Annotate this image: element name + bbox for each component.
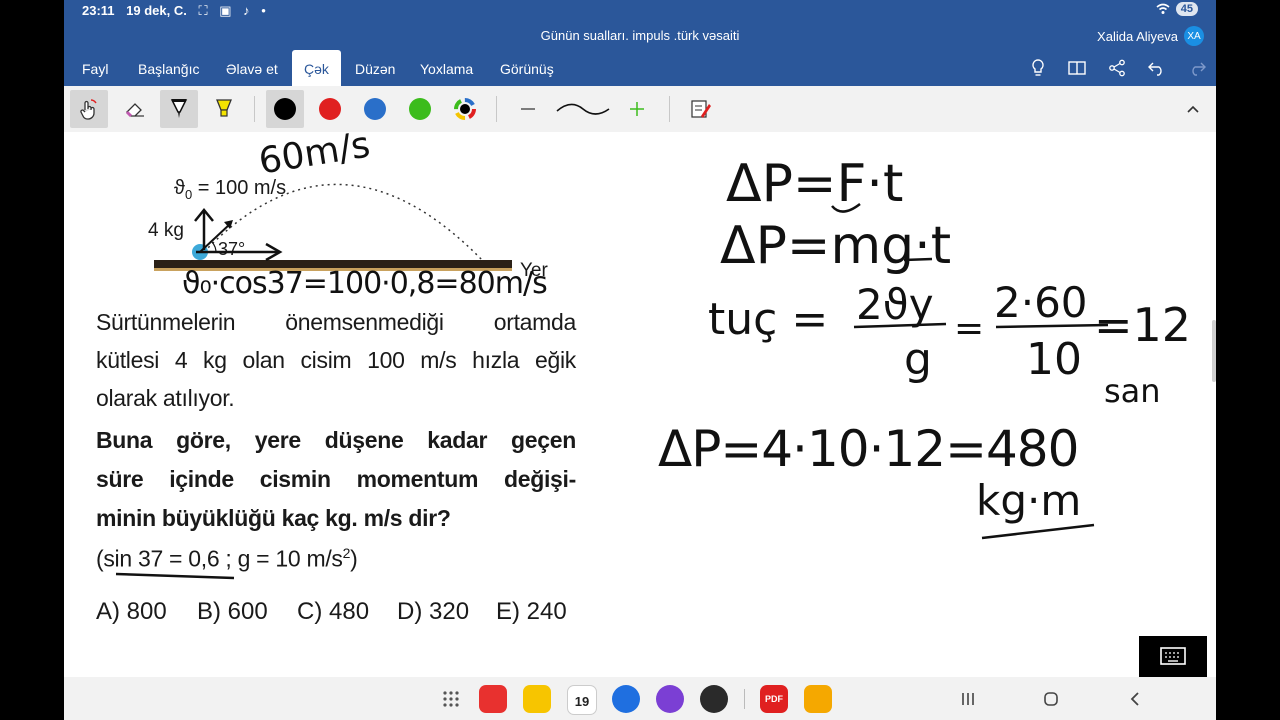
option-b[interactable]: B) 600 (197, 598, 268, 626)
calendar-app-icon[interactable]: 19 (567, 685, 597, 715)
title-bar: Günün sualları. impuls .türk vəsaiti Xal… (64, 22, 1216, 50)
stroke-thickness-preview[interactable] (554, 90, 612, 128)
tab-draw[interactable]: Çək (292, 50, 341, 86)
question-line-2: süre içinde cismin momentum değişi- (96, 466, 576, 492)
option-e[interactable]: E) 240 (496, 598, 567, 626)
question-line-1: Buna göre, yere düşene kadar geçen (96, 427, 576, 453)
highlighter-icon (216, 99, 232, 117)
vertical-scrollbar[interactable] (1212, 320, 1216, 382)
lightbulb-icon[interactable] (1030, 59, 1046, 77)
battery-level: 45 (1175, 2, 1198, 16)
touch-draw-button[interactable] (70, 90, 108, 128)
ink-eq3-denominator-2: 10 (1026, 334, 1082, 385)
document-canvas[interactable]: ϑ0 = 100 m/s 4 kg 37° Yer Sürtünmelerin … (64, 125, 1216, 677)
plus-icon (630, 102, 644, 116)
ink-eq2: ΔP=mg·t (720, 216, 952, 276)
ink-vx: ϑ₀·cos37=100·0,8=80m/s (182, 266, 548, 301)
calendar-day: 19 (574, 694, 590, 709)
pdf-label: PDF (765, 694, 783, 704)
given-values: (sin 37 = 0,6 ; g = 10 m/s2) (96, 545, 358, 572)
eraser-button[interactable] (116, 90, 154, 128)
system-taskbar: 19 PDF (64, 677, 1216, 720)
back-icon[interactable] (1128, 691, 1142, 707)
thickness-decrease-button[interactable] (509, 90, 547, 128)
tiktok-icon: ♪ (243, 3, 250, 18)
ink-eq3-equals: = (954, 308, 985, 349)
option-a[interactable]: A) 800 (96, 598, 167, 626)
ink-to-shape-button[interactable] (682, 90, 720, 128)
pen-button[interactable] (160, 90, 198, 128)
hand-pen-icon (80, 99, 97, 120)
undo-icon[interactable] (1148, 60, 1166, 76)
messages-app-icon[interactable] (612, 685, 640, 713)
ink-eq4-unit: kg·m (976, 476, 1082, 525)
clock: 23:11 (82, 3, 115, 18)
ink-eq3-unit: san (1104, 372, 1161, 410)
highlighter-button[interactable] (205, 90, 243, 128)
option-d[interactable]: D) 320 (397, 598, 469, 626)
ink-eq3-numerator-2: 2·60 (994, 278, 1088, 327)
gallery-icon: ▣ (219, 3, 232, 18)
thickness-increase-button[interactable] (618, 90, 656, 128)
color-blue-button[interactable] (356, 90, 394, 128)
redo-icon[interactable] (1188, 60, 1206, 76)
color-picker-button[interactable] (446, 90, 484, 128)
app-drawer-icon[interactable] (442, 690, 460, 708)
user-name: Xalida Aliyeva (1097, 28, 1178, 44)
color-red-button[interactable] (311, 90, 349, 128)
collapse-ribbon-button[interactable] (1174, 90, 1212, 128)
ink-eq4: ΔP=4·10·12=480 (658, 420, 1079, 478)
color-green-button[interactable] (401, 90, 439, 128)
m-app-icon[interactable] (804, 685, 832, 713)
share-icon[interactable] (1108, 59, 1126, 77)
date: 19 dek, C. (126, 3, 187, 18)
angle-label: 37° (218, 239, 246, 259)
stroke-preview-icon (556, 103, 610, 115)
problem-line-2: kütlesi 4 kg olan cisim 100 m/s hızla eğ… (96, 347, 576, 373)
ink-eq3-left: tuç = (708, 294, 829, 345)
problem-line-1: Sürtünmelerin önemsenmediği ortamda (96, 309, 576, 335)
tablet-screen: 23:11 19 dek, C. ⛶ ▣ ♪ • 45 Günün sualla… (64, 0, 1216, 720)
tab-view[interactable]: Görünüş (488, 50, 566, 86)
document-title: Günün sualları. impuls .türk vəsaiti (540, 28, 740, 43)
browser-app-icon[interactable] (656, 685, 684, 713)
wifi-icon (1156, 3, 1170, 14)
keyboard-icon (1160, 647, 1186, 665)
mass-label: 4 kg (148, 220, 184, 241)
tab-layout[interactable]: Düzən (343, 50, 407, 86)
reading-view-icon[interactable] (1068, 60, 1086, 76)
option-c[interactable]: C) 480 (297, 598, 369, 626)
question-line-3: minin büyüklüğü kaç kg. m/s dir? (96, 505, 451, 531)
notification-dot-icon: • (261, 3, 266, 18)
ribbon-tabs: Fayl Başlanğıc Əlavə et Çək Düzən Yoxlam… (64, 50, 1216, 86)
minus-icon (521, 108, 535, 110)
ink-eq3-denominator: g (904, 334, 932, 385)
app-icon-red[interactable] (479, 685, 507, 713)
chevron-up-icon (1187, 105, 1199, 113)
eraser-icon (125, 103, 144, 118)
color-wheel-icon (454, 98, 476, 120)
draw-toolbar (64, 86, 1216, 133)
tab-file[interactable]: Fayl (70, 50, 120, 86)
recents-icon[interactable] (960, 691, 976, 707)
account-area[interactable]: Xalida Aliyeva XA (1097, 26, 1204, 46)
ink-eq3-numerator: 2ϑy (856, 280, 934, 329)
ink-eq1: ΔP=F·t (726, 154, 904, 214)
tab-review[interactable]: Yoxlama (408, 50, 485, 86)
screenshot-icon: ⛶ (198, 3, 208, 18)
pen-icon (170, 99, 188, 118)
problem-line-3: olarak atılıyor. (96, 385, 235, 411)
keyboard-toggle-button[interactable] (1139, 636, 1207, 678)
status-bar: 23:11 19 dek, C. ⛶ ▣ ♪ • 45 (64, 0, 1216, 22)
color-black-button[interactable] (266, 90, 304, 128)
camera-app-icon[interactable] (700, 685, 728, 713)
ink-eq3-result: =12 (1094, 298, 1192, 352)
ink-edit-icon (691, 100, 711, 118)
home-icon[interactable] (1043, 691, 1059, 707)
pdf-app-icon[interactable]: PDF (760, 685, 788, 713)
app-icon-folder[interactable] (523, 685, 551, 713)
tab-insert[interactable]: Əlavə et (214, 50, 290, 86)
avatar[interactable]: XA (1184, 26, 1204, 46)
tab-home[interactable]: Başlanğıc (126, 50, 211, 86)
